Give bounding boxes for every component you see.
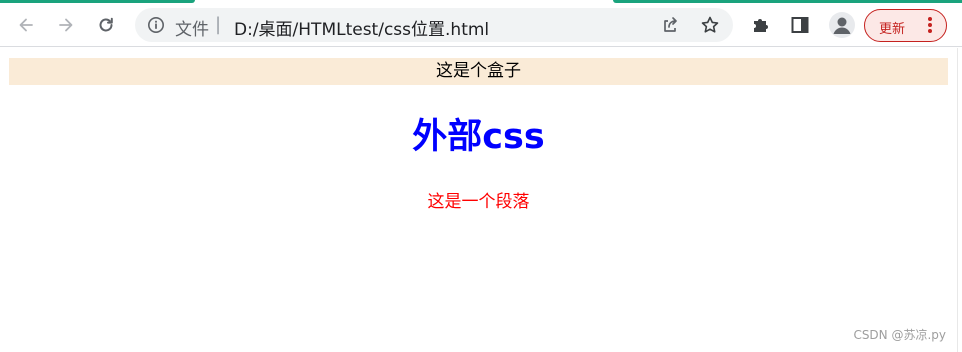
reload-button[interactable] — [92, 11, 120, 39]
url-text[interactable]: D:/桌面/HTMLtest/css位置.html — [234, 15, 489, 40]
update-button[interactable]: 更新 — [864, 9, 947, 42]
watermark: CSDN @苏凉.py — [853, 328, 946, 342]
share-button[interactable] — [660, 15, 680, 35]
browser-toolbar: 文件 | D:/桌面/HTMLtest/css位置.html 更新 — [0, 3, 962, 47]
info-icon[interactable] — [147, 16, 165, 34]
profile-button[interactable] — [829, 12, 855, 38]
arrow-right-icon — [59, 18, 73, 32]
content-box: 这是个盒子 — [9, 58, 948, 85]
puzzle-icon — [754, 19, 768, 32]
person-icon — [833, 17, 851, 34]
arrow-left-icon — [19, 18, 33, 32]
bookmark-button[interactable] — [700, 15, 720, 35]
page-paragraph: 这是一个段落 — [427, 192, 530, 212]
forward-button[interactable] — [52, 11, 80, 39]
page-viewport: 这是个盒子 外部css 这是一个段落 CSDN @苏凉.py — [0, 48, 962, 352]
reload-icon — [99, 17, 113, 32]
update-label: 更新 — [879, 22, 906, 37]
star-icon — [701, 16, 719, 33]
page-heading: 外部css — [412, 117, 545, 157]
kebab-menu-icon[interactable] — [927, 17, 933, 35]
extensions-button[interactable] — [750, 14, 772, 36]
scrollbar-edge — [957, 48, 962, 352]
share-icon — [664, 17, 677, 32]
side-panel-icon — [791, 17, 809, 33]
side-panel-button[interactable] — [789, 14, 811, 36]
back-button[interactable] — [12, 11, 40, 39]
address-bar[interactable]: 文件 | D:/桌面/HTMLtest/css位置.html — [135, 8, 733, 42]
scheme-label: 文件 — [175, 20, 209, 40]
scheme-separator: | — [215, 14, 222, 35]
